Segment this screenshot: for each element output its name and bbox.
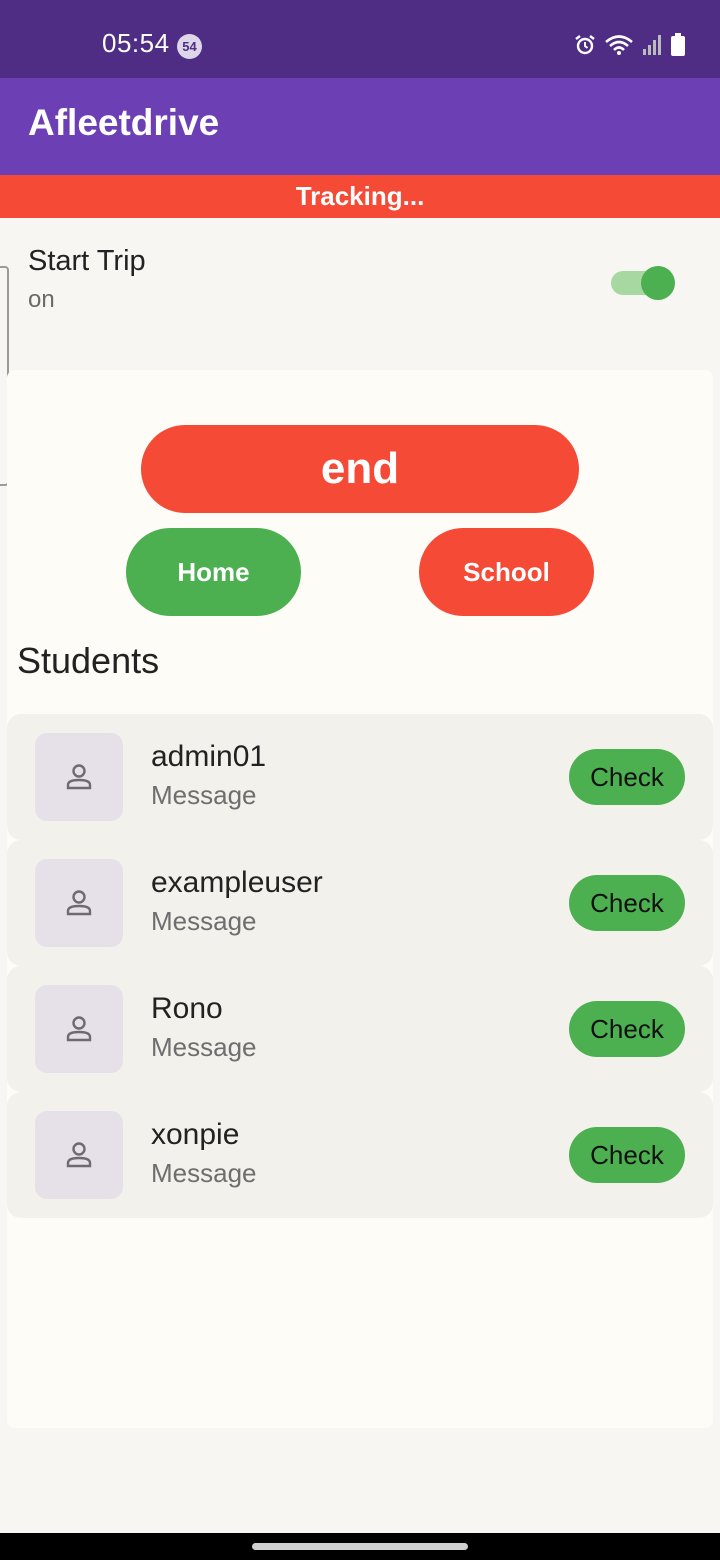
student-row[interactable]: xonpie Message Check (7, 1092, 713, 1218)
home-button[interactable]: Home (126, 528, 301, 616)
avatar (35, 859, 123, 947)
student-message: Message (151, 1158, 257, 1188)
avatar (35, 1111, 123, 1199)
alarm-icon (574, 34, 596, 56)
check-button[interactable]: Check (569, 1127, 685, 1183)
student-name: exampleuser (151, 866, 323, 899)
check-button[interactable]: Check (569, 1001, 685, 1057)
status-bar: 05:54 54 (0, 0, 720, 78)
check-button[interactable]: Check (569, 749, 685, 805)
student-row[interactable]: admin01 Message Check (7, 714, 713, 840)
student-row[interactable]: Rono Message Check (7, 966, 713, 1092)
student-message: Message (151, 780, 257, 810)
student-name: Rono (151, 992, 223, 1025)
avatar (35, 985, 123, 1073)
end-trip-button[interactable]: end (141, 425, 579, 513)
status-time: 05:54 (102, 28, 170, 58)
tracking-banner: Tracking... (0, 175, 720, 218)
student-name: xonpie (151, 1118, 240, 1151)
student-message: Message (151, 1032, 257, 1062)
start-trip-label: Start Trip (28, 245, 146, 277)
signal-icon (642, 34, 662, 56)
toggle-thumb (641, 266, 675, 300)
student-name: admin01 (151, 740, 267, 773)
system-nav-bar (0, 1533, 720, 1560)
battery-icon (670, 33, 686, 57)
start-trip-toggle[interactable] (611, 266, 675, 300)
students-heading: Students (17, 640, 160, 681)
check-button[interactable]: Check (569, 875, 685, 931)
student-message: Message (151, 906, 257, 936)
home-gesture-handle[interactable] (252, 1543, 468, 1550)
student-row[interactable]: exampleuser Message Check (7, 840, 713, 966)
status-icons (574, 33, 686, 57)
student-list: admin01 Message Check exampleuser Messag… (7, 714, 713, 1218)
start-trip-status: on (28, 286, 55, 313)
wifi-icon (604, 34, 634, 56)
notification-count-badge: 54 (177, 34, 202, 59)
app-title: Afleetdrive (28, 102, 220, 143)
school-button[interactable]: School (419, 528, 594, 616)
app-bar: Afleetdrive (0, 78, 720, 175)
avatar (35, 733, 123, 821)
